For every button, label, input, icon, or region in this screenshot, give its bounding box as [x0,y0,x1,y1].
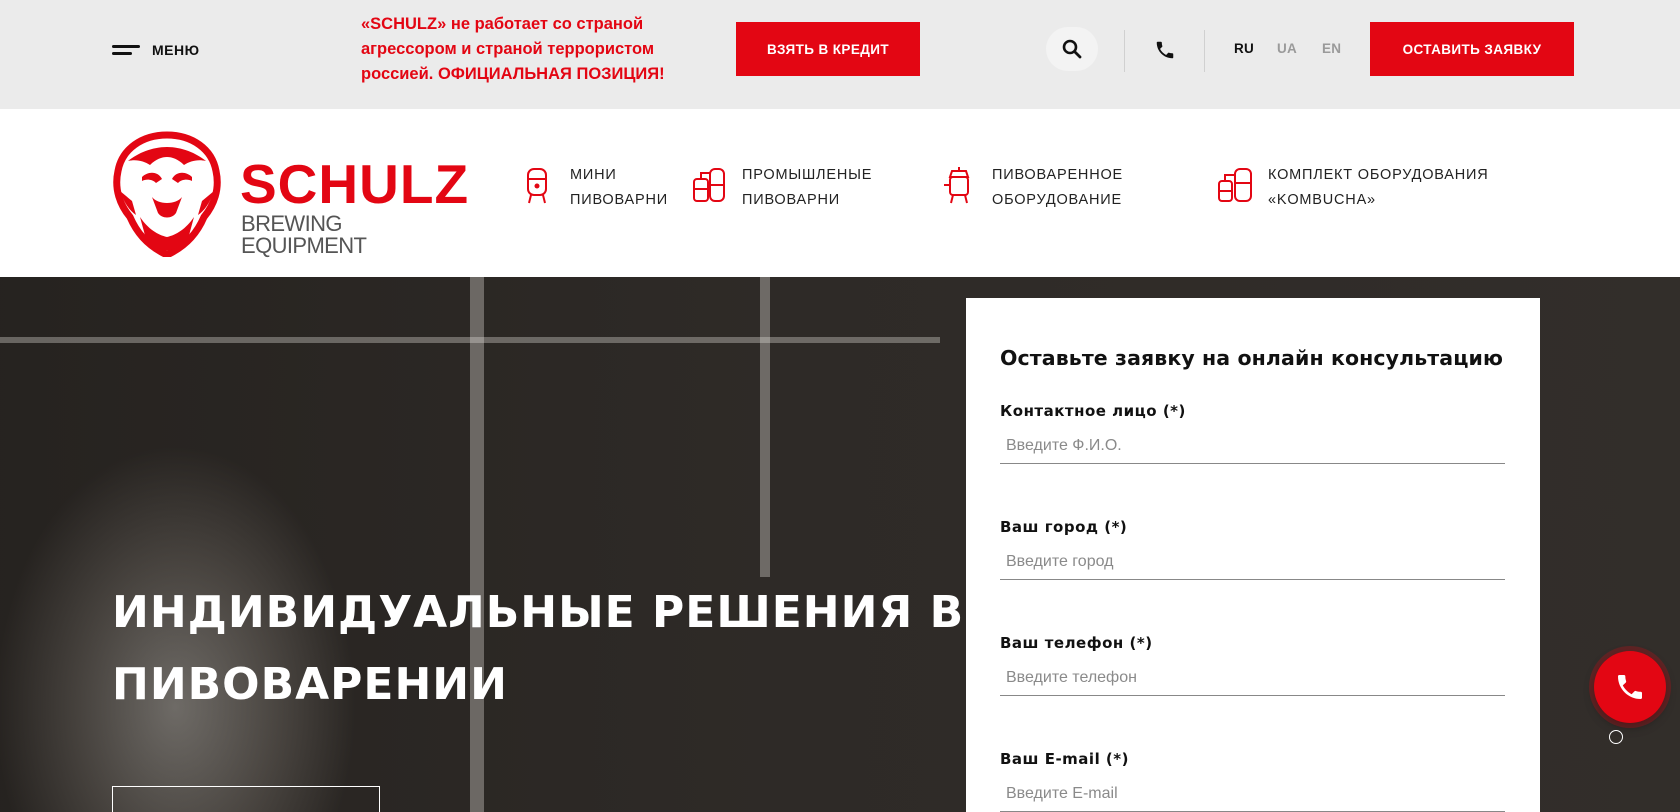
logo-wordmark: SCHULZ [240,153,470,215]
menu-label: МЕНЮ [152,42,200,58]
background-pipe [0,337,940,343]
phone-field-group: Ваш телефон (*) [1000,634,1505,696]
leave-request-button[interactable]: ОСТАВИТЬ ЗАЯВКУ [1370,22,1574,76]
mini-brewery-icon [527,168,547,204]
email-field-group: Ваш E-mail (*) [1000,750,1505,812]
contact-person-field-group: Контактное лицо (*) [1000,402,1505,464]
hamburger-icon [112,43,140,57]
phone-label: Ваш телефон (*) [1000,634,1153,652]
consultation-form: Оставьте заявку на онлайн консультацию К… [966,298,1540,812]
search-icon [1062,39,1082,59]
phone-button[interactable] [1150,36,1180,64]
industrial-brewery-icon [693,168,725,202]
menu-button[interactable]: МЕНЮ [112,40,200,60]
contact-person-label: Контактное лицо (*) [1000,402,1186,420]
phone-icon [1618,675,1642,699]
take-credit-button[interactable]: ВЗЯТЬ В КРЕДИТ [736,22,920,76]
hero-title: ИНДИВИДУАЛЬНЫЕ РЕШЕНИЯ В ПИВОВАРЕНИИ [112,587,965,710]
schulz-logo[interactable]: SCHULZ BREWING EQUIPMENT [112,131,468,258]
topbar-divider [1204,30,1205,72]
nav-brewing-equipment[interactable]: ПИВОВАРЕННОЕ ОБОРУДОВАНИЕ [940,163,1162,213]
slider-dot[interactable] [1609,730,1623,744]
email-input[interactable] [1000,776,1505,812]
city-label: Ваш город (*) [1000,518,1128,536]
lang-en[interactable]: EN [1322,41,1341,56]
contact-person-input[interactable] [1000,428,1505,464]
nav-industrial-breweries[interactable]: ПРОМЫШЛЕНЫЕ ПИВОВАРНИ [690,163,892,213]
nav-industrial-breweries-label: ПРОМЫШЛЕНЫЕ ПИВОВАРНИ [742,167,873,208]
brewing-equipment-icon [944,167,970,204]
nav-mini-breweries[interactable]: МИНИ ПИВОВАРНИ [518,163,680,213]
phone-input[interactable] [1000,660,1505,696]
background-pipe [760,277,770,577]
callback-button[interactable] [1594,651,1666,723]
phone-icon [1156,41,1174,59]
lion-logo-icon [113,131,221,257]
search-button[interactable] [1046,27,1098,71]
lang-ru[interactable]: RU [1234,41,1254,56]
email-label: Ваш E-mail (*) [1000,750,1129,768]
city-field-group: Ваш город (*) [1000,518,1505,580]
top-bar: МЕНЮ «SCHULZ» не работает со страной агр… [0,0,1680,109]
main-navigation: SCHULZ BREWING EQUIPMENT МИНИ ПИВОВАРНИ … [0,109,1680,277]
topbar-divider [1124,30,1125,72]
logo-tagline: BREWING EQUIPMENT [241,211,367,258]
hero-cta-button[interactable] [112,786,380,812]
kombucha-kit-icon [1218,168,1252,202]
political-notice: «SCHULZ» не работает со страной агрессор… [361,12,691,87]
form-title: Оставьте заявку на онлайн консультацию [1000,346,1503,370]
lang-ua[interactable]: UA [1277,41,1297,56]
nav-kombucha-kit[interactable]: КОМПЛЕКТ ОБОРУДОВАНИЯ «KOMBUCHA» [1216,163,1508,213]
nav-mini-breweries-label: МИНИ ПИВОВАРНИ [570,167,668,208]
official-position-link[interactable]: ОФИЦИАЛЬНАЯ ПОЗИЦИЯ! [438,65,665,83]
city-input[interactable] [1000,544,1505,580]
nav-brewing-equipment-label: ПИВОВАРЕННОЕ ОБОРУДОВАНИЕ [992,167,1124,208]
nav-kombucha-kit-label: КОМПЛЕКТ ОБОРУДОВАНИЯ «KOMBUCHA» [1268,167,1489,208]
background-pipe [470,277,484,812]
